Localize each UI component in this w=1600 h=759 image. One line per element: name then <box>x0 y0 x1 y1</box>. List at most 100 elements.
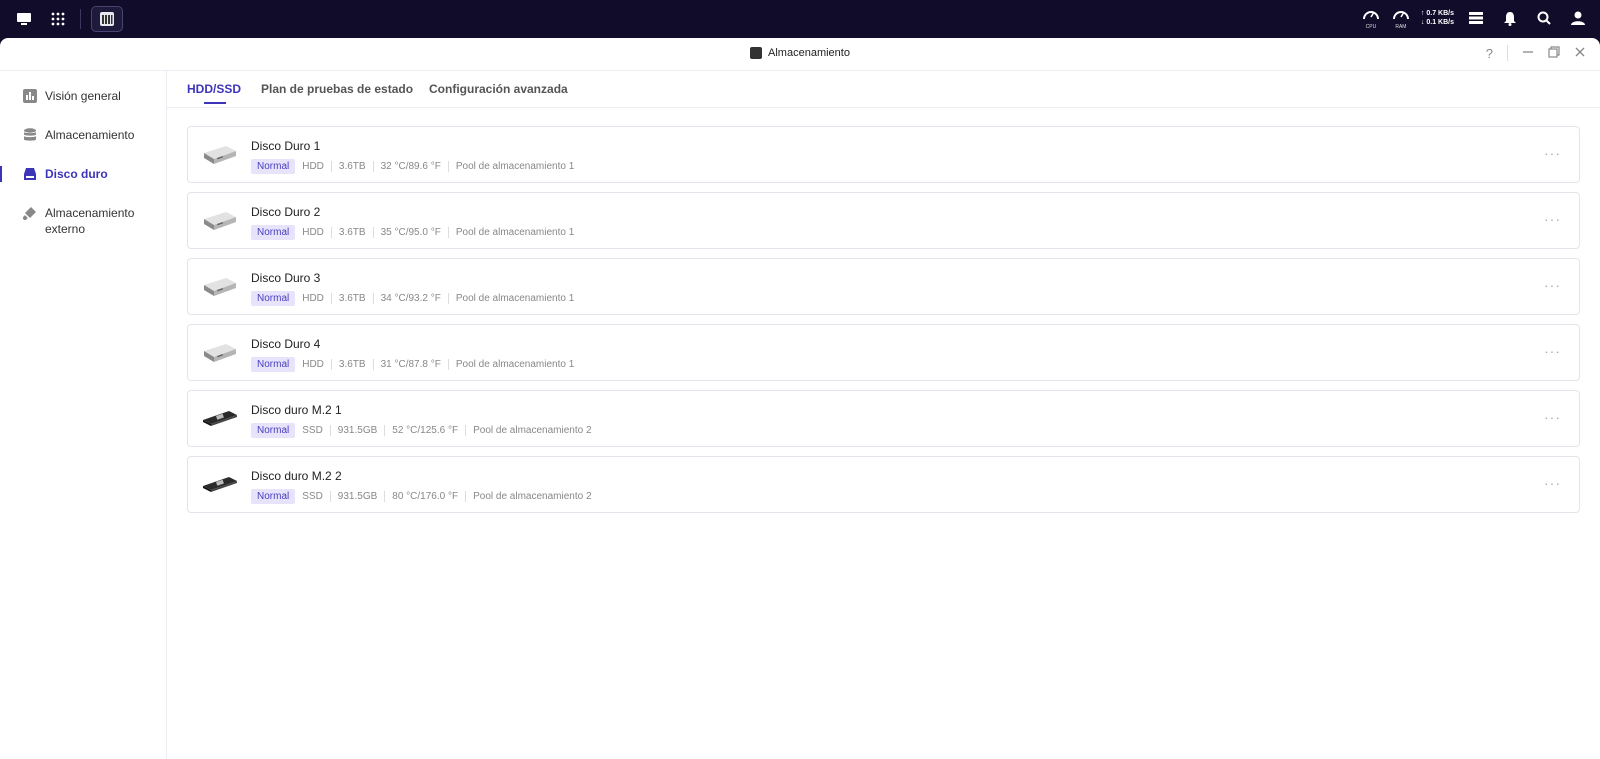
status-badge: Normal <box>251 357 296 372</box>
notification-bell-icon[interactable] <box>1498 6 1522 30</box>
disk-name: Disco Duro 4 <box>251 337 321 351</box>
meta-divider <box>330 359 332 370</box>
m2-ssd-icon <box>202 405 238 433</box>
cpu-label: CPU <box>1365 24 1377 30</box>
net-up-value: 0.7 KB/s <box>1426 10 1454 17</box>
search-icon[interactable] <box>1532 6 1556 30</box>
disk-temperature: 80 °C/176.0 °F <box>392 491 459 502</box>
disk-meta: Normal SSD 931.5GB 52 °C/125.6 °F Pool d… <box>251 422 592 439</box>
meta-divider <box>465 425 467 436</box>
system-taskbar: CPU RAM ↑ 0.7 KB/s ↓ 0.1 KB/s <box>0 0 1600 38</box>
disk-temperature: 52 °C/125.6 °F <box>392 425 459 436</box>
more-options-button[interactable]: ··· <box>1544 145 1561 161</box>
disk-card[interactable]: Disco duro M.2 2 Normal SSD 931.5GB 80 °… <box>187 456 1580 513</box>
storage-window: Almacenamiento ? Visión general Almacena… <box>0 38 1600 759</box>
meta-divider <box>447 293 449 304</box>
restore-icon[interactable] <box>1548 45 1560 61</box>
sidebar-item-disks[interactable]: Disco duro <box>0 166 166 182</box>
cpu-gauge[interactable]: CPU <box>1361 6 1381 30</box>
storage-app-taskbar-icon[interactable] <box>91 6 123 32</box>
taskbar-left <box>12 6 123 32</box>
status-badge: Normal <box>251 423 296 438</box>
disk-type: SSD <box>302 491 323 502</box>
tab-advanced-settings[interactable]: Configuración avanzada <box>429 82 568 96</box>
disk-icon <box>24 168 36 180</box>
window-controls-divider <box>1507 45 1508 61</box>
disk-size: 3.6TB <box>338 359 366 370</box>
disk-size: 3.6TB <box>338 293 366 304</box>
meta-divider <box>447 359 449 370</box>
more-options-button[interactable]: ··· <box>1544 409 1561 425</box>
storage-app-icon <box>750 47 763 59</box>
tab-health-test-plan[interactable]: Plan de pruebas de estado <box>261 82 413 96</box>
disk-name: Disco Duro 2 <box>251 205 321 219</box>
more-options-button[interactable]: ··· <box>1544 211 1561 227</box>
disk-size: 3.6TB <box>338 161 366 172</box>
meta-divider <box>384 425 386 436</box>
disk-type: HDD <box>302 161 324 172</box>
m2-ssd-icon <box>202 471 238 499</box>
disk-temperature: 34 °C/93.2 °F <box>380 293 441 304</box>
user-icon[interactable] <box>1566 6 1590 30</box>
disk-meta: Normal SSD 931.5GB 80 °C/176.0 °F Pool d… <box>251 488 592 505</box>
disk-card[interactable]: Disco Duro 4 Normal HDD 3.6TB 31 °C/87.8… <box>187 324 1580 381</box>
meta-divider <box>330 161 332 172</box>
sidebar-item-storage[interactable]: Almacenamiento <box>0 127 166 143</box>
status-badge: Normal <box>251 291 296 306</box>
disk-temperature: 32 °C/89.6 °F <box>380 161 441 172</box>
disk-type: HDD <box>302 293 324 304</box>
disk-pool: Pool de almacenamiento 2 <box>473 491 592 502</box>
close-icon[interactable] <box>1574 46 1586 61</box>
disk-card[interactable]: Disco Duro 1 Normal HDD 3.6TB 32 °C/89.6… <box>187 126 1580 183</box>
more-options-button[interactable]: ··· <box>1544 343 1561 359</box>
apps-grid-icon[interactable] <box>46 7 70 31</box>
sidebar-item-label: Almacenamiento externo <box>45 206 135 236</box>
window-title-text: Almacenamiento <box>768 47 850 59</box>
more-options-button[interactable]: ··· <box>1544 277 1561 293</box>
meta-divider <box>465 491 467 502</box>
meta-divider <box>372 359 374 370</box>
hdd-icon <box>202 273 238 301</box>
window-title: Almacenamiento <box>0 47 1600 59</box>
ram-label: RAM <box>1395 24 1407 30</box>
window-controls: ? <box>1486 45 1586 61</box>
disk-card[interactable]: Disco duro M.2 1 Normal SSD 931.5GB 52 °… <box>187 390 1580 447</box>
chart-icon <box>23 89 37 103</box>
net-up-row: ↑ 0.7 KB/s <box>1420 10 1454 17</box>
disk-pool: Pool de almacenamiento 1 <box>455 359 575 370</box>
task-list-icon[interactable] <box>1464 6 1488 30</box>
disk-temperature: 35 °C/95.0 °F <box>380 227 441 238</box>
usb-icon <box>23 207 36 220</box>
minimize-icon[interactable] <box>1522 46 1534 61</box>
disk-meta: Normal HDD 3.6TB 31 °C/87.8 °F Pool de a… <box>251 356 574 373</box>
meta-divider <box>330 293 332 304</box>
meta-divider <box>372 161 374 172</box>
sidebar: Visión general Almacenamiento Disco duro… <box>0 71 167 759</box>
ram-gauge[interactable]: RAM <box>1391 6 1411 30</box>
disk-meta: Normal HDD 3.6TB 32 °C/89.6 °F Pool de a… <box>251 158 574 175</box>
sidebar-item-label: Disco duro <box>45 167 108 181</box>
tab-hdd-ssd[interactable]: HDD/SSD <box>187 82 241 96</box>
disk-size: 931.5GB <box>337 491 378 502</box>
more-options-button[interactable]: ··· <box>1544 475 1561 491</box>
window-titlebar[interactable]: Almacenamiento ? <box>0 38 1600 71</box>
status-badge: Normal <box>251 489 296 504</box>
disk-card[interactable]: Disco Duro 2 Normal HDD 3.6TB 35 °C/95.0… <box>187 192 1580 249</box>
meta-divider <box>329 425 331 436</box>
tab-bar: HDD/SSD Plan de pruebas de estado Config… <box>167 71 1600 108</box>
meta-divider <box>372 227 374 238</box>
meta-divider <box>329 491 331 502</box>
sidebar-item-external-storage[interactable]: Almacenamiento externo <box>0 205 166 237</box>
active-tab-indicator <box>204 102 226 104</box>
sidebar-item-label: Visión general <box>45 89 121 103</box>
sidebar-item-overview[interactable]: Visión general <box>0 88 166 104</box>
disk-card[interactable]: Disco Duro 3 Normal HDD 3.6TB 34 °C/93.2… <box>187 258 1580 315</box>
disk-pool: Pool de almacenamiento 2 <box>473 425 592 436</box>
disk-name: Disco Duro 3 <box>251 271 321 285</box>
meta-divider <box>447 227 449 238</box>
hdd-icon <box>202 141 238 169</box>
help-button[interactable]: ? <box>1486 46 1493 61</box>
disk-name: Disco duro M.2 2 <box>251 469 342 483</box>
desktop-icon[interactable] <box>12 7 36 31</box>
hdd-icon <box>202 207 238 235</box>
